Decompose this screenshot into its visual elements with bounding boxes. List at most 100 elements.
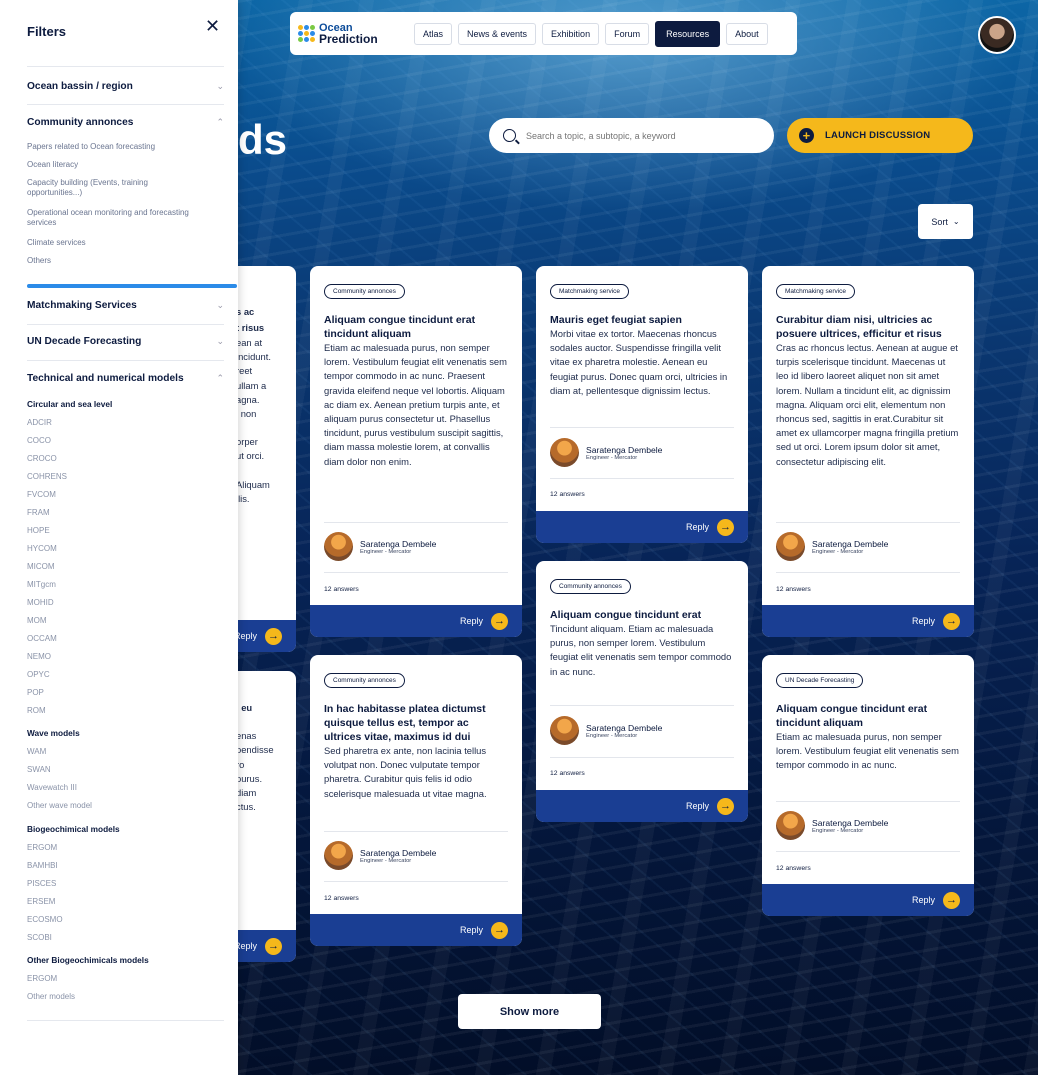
model-option[interactable]: SWAN bbox=[27, 765, 51, 774]
card-title[interactable]: Aliquam congue tincidunt erat bbox=[550, 608, 734, 622]
reply-button[interactable]: Reply → bbox=[310, 914, 522, 946]
author-name: Saratenga Dembele bbox=[812, 538, 889, 549]
filter-option[interactable]: Ocean literacy bbox=[27, 160, 207, 170]
model-option[interactable]: MOHID bbox=[27, 598, 54, 607]
discussion-card[interactable]: Matchmaking service Curabitur diam nisi,… bbox=[762, 266, 974, 637]
search-bar[interactable] bbox=[489, 118, 774, 153]
model-option[interactable]: ECOSMO bbox=[27, 915, 63, 924]
search-input[interactable] bbox=[526, 130, 746, 141]
close-icon[interactable]: ✕ bbox=[205, 16, 220, 37]
launch-discussion-button[interactable]: + LAUNCH DISCUSSION bbox=[787, 118, 973, 153]
filter-option[interactable]: Climate services bbox=[27, 238, 207, 248]
model-option[interactable]: MOM bbox=[27, 616, 47, 625]
discussion-card[interactable]: Community annonces Aliquam congue tincid… bbox=[310, 266, 522, 637]
show-more-button[interactable]: Show more bbox=[458, 994, 601, 1029]
model-option[interactable]: ROM bbox=[27, 706, 46, 715]
category-tag[interactable]: Community annonces bbox=[324, 284, 405, 299]
nav-resources[interactable]: Resources bbox=[655, 20, 721, 47]
model-option[interactable]: HOPE bbox=[27, 526, 50, 535]
model-option[interactable]: OCCAM bbox=[27, 634, 57, 643]
author-name: Saratenga Dembele bbox=[586, 722, 663, 733]
card-title[interactable]: In hac habitasse platea dictumst quisque… bbox=[324, 702, 508, 744]
divider bbox=[324, 831, 508, 832]
reply-label: Reply bbox=[685, 522, 709, 532]
category-tag[interactable]: UN Decade Forecasting bbox=[776, 673, 864, 688]
nav-about[interactable]: About bbox=[726, 22, 768, 45]
reply-button[interactable]: Reply → bbox=[762, 605, 974, 637]
card-title[interactable]: Curabitur diam nisi, ultricies ac posuer… bbox=[776, 313, 960, 341]
filter-section-un-decade[interactable]: UN Decade Forecasting ⌄ bbox=[27, 336, 224, 347]
card-title[interactable]: Aliquam congue tincidunt erat tincidunt … bbox=[776, 702, 960, 730]
author-avatar bbox=[776, 811, 805, 840]
user-avatar[interactable] bbox=[978, 16, 1016, 54]
answers-count: 12 answers bbox=[776, 865, 811, 872]
chevron-up-icon: ⌃ bbox=[216, 117, 224, 127]
model-option[interactable]: BAMHBI bbox=[27, 861, 58, 870]
author-role: Engineer - Mercator bbox=[812, 827, 864, 834]
author: Saratenga Dembele Engineer - Mercator bbox=[776, 532, 888, 561]
model-option[interactable]: WAM bbox=[27, 747, 46, 756]
nav-forum[interactable]: Forum bbox=[605, 22, 650, 45]
filter-section-technical-models[interactable]: Technical and numerical models ⌃ bbox=[27, 373, 224, 384]
filter-option[interactable]: Operational ocean monitoring and forecas… bbox=[27, 208, 192, 228]
author: Saratenga Dembele Engineer - Mercator bbox=[324, 532, 436, 561]
filter-section-ocean-region[interactable]: Ocean bassin / region ⌄ bbox=[27, 81, 224, 92]
discussion-card[interactable]: Community annonces In hac habitasse plat… bbox=[310, 655, 522, 946]
reply-button[interactable]: Reply → bbox=[310, 605, 522, 637]
model-option[interactable]: FVCOM bbox=[27, 490, 56, 499]
sort-dropdown[interactable]: Sort ⌄ bbox=[918, 204, 973, 239]
chevron-down-icon: ⌄ bbox=[216, 81, 224, 91]
model-option[interactable]: POP bbox=[27, 688, 44, 697]
model-option[interactable]: NEMO bbox=[27, 652, 51, 661]
card-title[interactable]: Mauris eget feugiat sapien bbox=[550, 313, 734, 327]
model-option[interactable]: PISCES bbox=[27, 879, 56, 888]
nav-news-events[interactable]: News & events bbox=[458, 22, 537, 45]
filter-option[interactable]: Others bbox=[27, 256, 207, 266]
model-option[interactable]: ERGOM bbox=[27, 843, 57, 852]
category-tag[interactable]: Matchmaking service bbox=[550, 284, 630, 299]
author-name: Saratenga Dembele bbox=[360, 847, 437, 858]
nav-atlas[interactable]: Atlas bbox=[414, 22, 453, 45]
card-text: Etiam ac malesuada purus, non semper lor… bbox=[324, 342, 507, 467]
author: Saratenga Dembele Engineer - Mercator bbox=[324, 841, 436, 870]
card-title[interactable]: Aliquam congue tincidunt erat tincidunt … bbox=[324, 313, 508, 341]
model-option[interactable]: SCOBI bbox=[27, 933, 52, 942]
model-option[interactable]: Wavewatch III bbox=[27, 783, 77, 792]
model-option[interactable]: ERSEM bbox=[27, 897, 55, 906]
divider bbox=[550, 705, 734, 706]
ocean-prediction-logo[interactable]: Ocean Prediction bbox=[298, 22, 408, 45]
model-option[interactable]: Other wave model bbox=[27, 801, 92, 810]
category-tag[interactable]: Community annonces bbox=[550, 579, 631, 594]
reply-button[interactable]: Reply → bbox=[536, 511, 748, 543]
divider bbox=[27, 324, 224, 325]
model-option[interactable]: MICOM bbox=[27, 562, 55, 571]
logo-dots-icon bbox=[298, 25, 315, 42]
model-option[interactable]: COCO bbox=[27, 436, 51, 445]
filter-option[interactable]: Papers related to Ocean forecasting bbox=[27, 142, 207, 152]
filter-section-community[interactable]: Community annonces ⌃ bbox=[27, 117, 224, 128]
arrow-right-icon: → bbox=[943, 891, 960, 909]
discussion-card[interactable]: Matchmaking service Mauris eget feugiat … bbox=[536, 266, 748, 543]
model-option[interactable]: COHRENS bbox=[27, 472, 67, 481]
nav-exhibition[interactable]: Exhibition bbox=[542, 22, 600, 45]
model-option[interactable]: CROCO bbox=[27, 454, 57, 463]
author-avatar bbox=[324, 841, 353, 870]
filter-option[interactable]: Capacity building (Events, training oppo… bbox=[27, 178, 187, 198]
discussion-card[interactable]: Community annonces Aliquam congue tincid… bbox=[536, 561, 748, 822]
reply-button[interactable]: Reply → bbox=[536, 790, 748, 822]
author-name: Saratenga Dembele bbox=[812, 817, 889, 828]
model-option[interactable]: FRAM bbox=[27, 508, 50, 517]
model-option[interactable]: MITgcm bbox=[27, 580, 56, 589]
reply-button[interactable]: Reply → bbox=[762, 884, 974, 916]
model-option[interactable]: OPYC bbox=[27, 670, 50, 679]
category-tag[interactable]: Matchmaking service bbox=[776, 284, 856, 299]
model-option[interactable]: Other models bbox=[27, 992, 75, 1001]
chevron-down-icon: ⌄ bbox=[216, 300, 224, 310]
model-option[interactable]: ADCIR bbox=[27, 418, 52, 427]
model-option[interactable]: HYCOM bbox=[27, 544, 57, 553]
filter-section-matchmaking[interactable]: Matchmaking Services ⌄ bbox=[27, 300, 224, 311]
category-tag[interactable]: Community annonces bbox=[324, 673, 405, 688]
discussion-card[interactable]: UN Decade Forecasting Aliquam congue tin… bbox=[762, 655, 974, 916]
launch-discussion-label: LAUNCH DISCUSSION bbox=[825, 130, 931, 141]
model-option[interactable]: ERGOM bbox=[27, 974, 57, 983]
